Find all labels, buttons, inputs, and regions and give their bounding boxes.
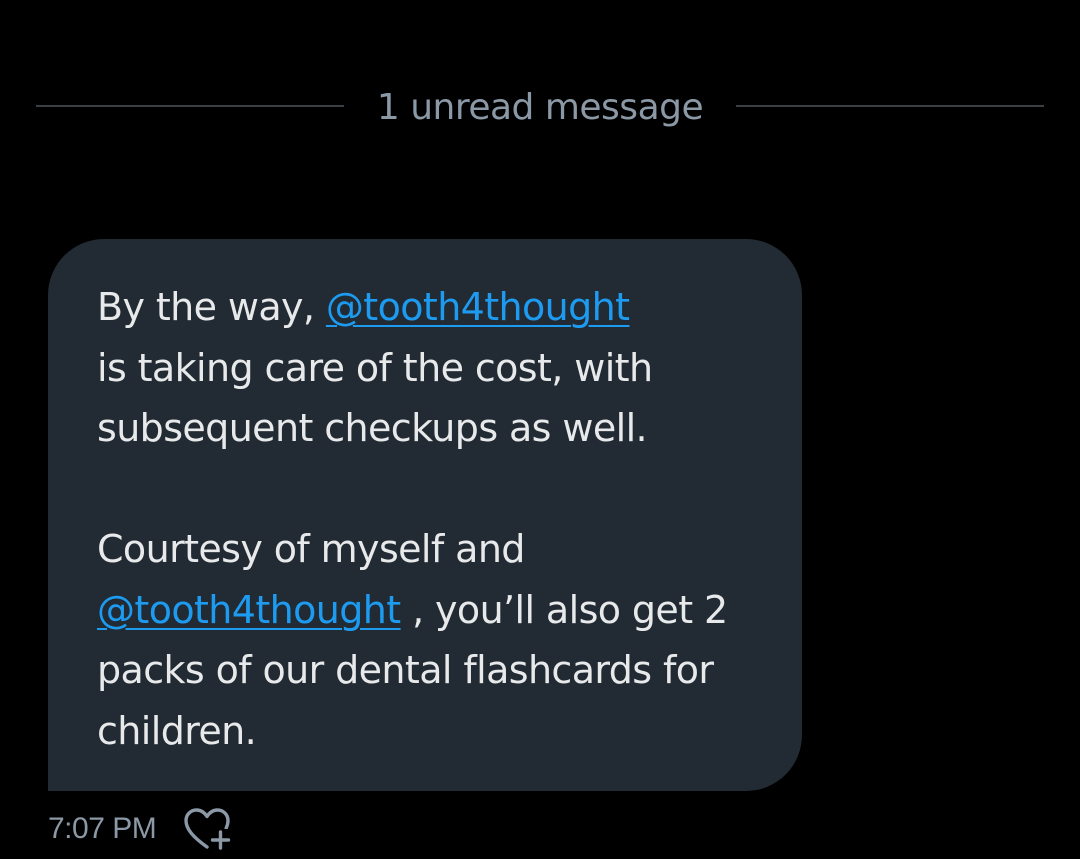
message-text: Courtesy of myself and [97,527,525,571]
message-paragraph-2: Courtesy of myself and @tooth4thought , y… [97,519,762,761]
message-paragraph-1: By the way, @tooth4thought is taking care… [97,277,762,459]
mention-link[interactable]: @tooth4thought [97,588,401,632]
add-reaction-button[interactable] [182,806,232,852]
mention-link[interactable]: @tooth4thought [326,285,630,329]
message-meta: 7:07 PM [48,806,232,852]
message-timestamp: 7:07 PM [48,812,157,845]
message-text: is taking care of the cost, with subsequ… [97,345,653,451]
message-text: By the way, [97,285,326,329]
heart-plus-icon [184,808,231,850]
unread-label: 1 unread message [376,87,704,128]
divider-line-right [736,105,1044,107]
message-bubble[interactable]: By the way, @tooth4thought is taking care… [48,239,802,791]
unread-divider: 1 unread message [36,84,1044,128]
